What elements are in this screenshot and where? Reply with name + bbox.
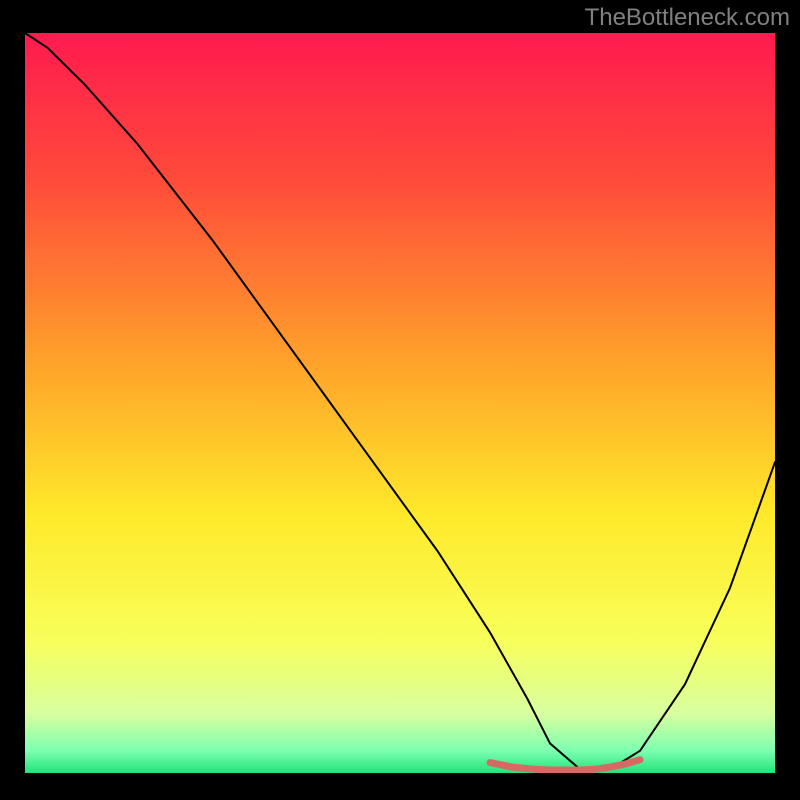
- plot-area: [25, 33, 775, 773]
- chart-container: TheBottleneck.com: [0, 0, 800, 800]
- attribution-watermark: TheBottleneck.com: [585, 4, 790, 32]
- chart-svg: [25, 33, 775, 773]
